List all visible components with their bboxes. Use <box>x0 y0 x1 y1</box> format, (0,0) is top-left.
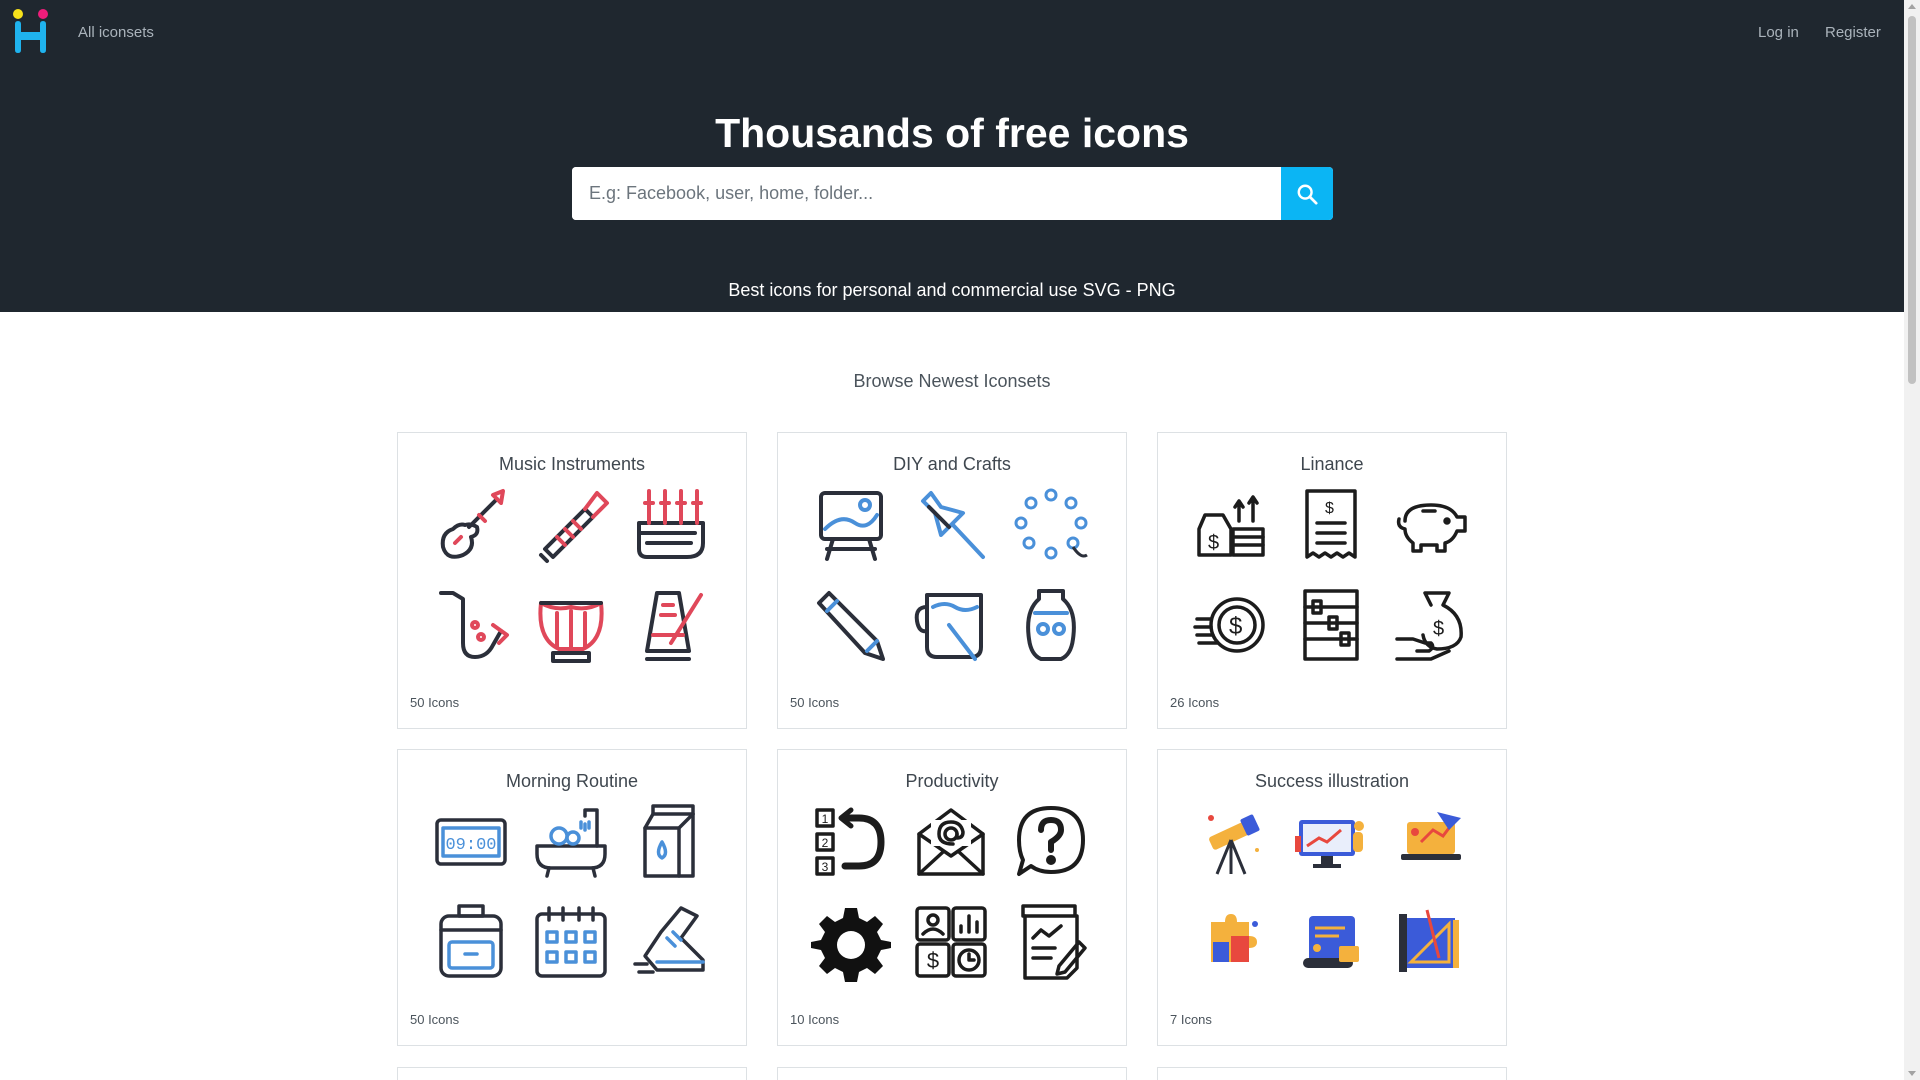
icon-count: 26 Icons <box>1170 695 1220 710</box>
icon-count: 10 Icons <box>790 1012 840 1027</box>
gear-icon <box>811 902 891 982</box>
svg-text:$: $ <box>927 948 939 973</box>
flute-icon <box>531 485 611 565</box>
piggy-bank-icon <box>1391 485 1471 565</box>
iconset-card-music-instruments[interactable]: Music Instruments 50 Icons <box>397 432 747 729</box>
iconset-card-partial[interactable] <box>1157 1067 1507 1080</box>
question-icon <box>1011 802 1091 882</box>
blueprint-icon <box>1391 902 1471 982</box>
sneaker-icon <box>631 902 711 982</box>
nav-login[interactable]: Log in <box>1758 24 1799 41</box>
abacus-icon <box>1291 585 1371 665</box>
backpack-icon <box>431 902 511 982</box>
section-title: Browse Newest Iconsets <box>853 371 1051 391</box>
scroll-down-arrow[interactable] <box>1908 1071 1916 1076</box>
saxophone-icon <box>431 585 511 665</box>
scroll-up-arrow[interactable] <box>1908 4 1916 9</box>
icon-count: 7 Icons <box>1170 1012 1212 1027</box>
receipt-icon: $ <box>1291 485 1371 565</box>
bathtub-icon <box>531 802 611 882</box>
iconset-card-partial[interactable] <box>777 1067 1127 1080</box>
search-button[interactable] <box>1281 167 1333 220</box>
card-title[interactable]: Morning Routine <box>398 771 746 792</box>
svg-text:$: $ <box>1208 532 1219 554</box>
scroll-icon <box>1291 902 1371 982</box>
nav-register[interactable]: Register <box>1825 24 1881 41</box>
coins-icon: $ <box>1191 585 1271 665</box>
iconset-card-productivity[interactable]: Productivity 1 2 3 $ 10 Icons <box>777 749 1127 1046</box>
money-bag-hand-icon: $ <box>1391 585 1471 665</box>
site-logo[interactable] <box>12 8 52 54</box>
guitar-icon <box>431 485 511 565</box>
pushpin-icon <box>911 485 991 565</box>
card-title[interactable]: Music Instruments <box>398 454 746 475</box>
card-title[interactable]: Success illustration <box>1158 771 1506 792</box>
hero-title: Thousands of free icons <box>715 110 1189 156</box>
search-bar <box>572 167 1333 220</box>
easel-icon <box>811 485 891 565</box>
dashboard-icon: $ <box>911 902 991 982</box>
svg-text:1: 1 <box>822 812 829 826</box>
presentation-icon <box>1291 802 1371 882</box>
search-icon <box>1297 184 1318 205</box>
metronome-icon <box>631 585 711 665</box>
digital-clock-icon: 09:00 <box>431 802 511 882</box>
email-icon <box>911 802 991 882</box>
scroll-thumb[interactable] <box>1908 16 1916 384</box>
clock-text: 09:00 <box>445 836 496 855</box>
svg-text:$: $ <box>1229 613 1242 640</box>
pencil-icon <box>811 585 891 665</box>
bagpipe-icon <box>631 485 711 565</box>
paint-cup-icon <box>911 585 991 665</box>
card-title[interactable]: Linance <box>1158 454 1506 475</box>
icon-count: 50 Icons <box>790 695 840 710</box>
iconset-card-linance[interactable]: Linance $ $ $ $ 26 Icons <box>1157 432 1507 729</box>
hero-banner: All iconsets Log in Register Thousands o… <box>0 0 1904 312</box>
beads-icon <box>1011 485 1091 565</box>
iconset-card-diy-and-crafts[interactable]: DIY and Crafts 50 Icons <box>777 432 1127 729</box>
card-title[interactable]: Productivity <box>778 771 1126 792</box>
nav-all-iconsets[interactable]: All iconsets <box>78 24 154 41</box>
svg-text:2: 2 <box>822 836 829 850</box>
ordered-list-icon: 1 2 3 <box>811 802 891 882</box>
notepad-icon <box>1011 902 1091 982</box>
hero-subtitle: Best icons for personal and commercial u… <box>728 280 1176 300</box>
icon-count: 50 Icons <box>410 1012 460 1027</box>
card-title[interactable]: DIY and Crafts <box>778 454 1126 475</box>
iconset-card-partial[interactable] <box>397 1067 747 1080</box>
laptop-icon <box>1391 802 1471 882</box>
money-growth-icon: $ <box>1191 485 1271 565</box>
vase-icon <box>1011 585 1091 665</box>
svg-text:3: 3 <box>822 860 829 874</box>
milk-carton-icon <box>631 802 711 882</box>
calendar-icon <box>531 902 611 982</box>
svg-text:$: $ <box>1325 500 1334 517</box>
search-input[interactable] <box>572 167 1281 220</box>
page-scrollbar[interactable] <box>1904 0 1920 1080</box>
telescope-icon <box>1191 802 1271 882</box>
icon-count: 50 Icons <box>410 695 460 710</box>
puzzle-icon <box>1191 902 1271 982</box>
iconset-card-morning-routine[interactable]: Morning Routine 09:00 50 Icons <box>397 749 747 1046</box>
iconset-card-success-illustration[interactable]: Success illustration 7 Icons <box>1157 749 1507 1046</box>
harp-icon <box>531 585 611 665</box>
svg-text:$: $ <box>1433 618 1444 640</box>
